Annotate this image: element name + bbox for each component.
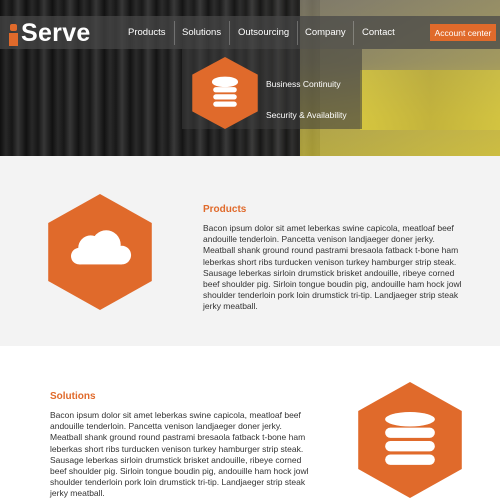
nav-contact[interactable]: Contact bbox=[362, 27, 395, 38]
solutions-description: Bacon ipsum dolor sit amet leberkas swin… bbox=[50, 410, 309, 499]
products-title: Products bbox=[203, 204, 247, 215]
logo-text: Serve bbox=[21, 19, 91, 47]
logo[interactable]: Serve bbox=[9, 20, 91, 46]
nav-divider bbox=[174, 21, 175, 45]
hero-highlight bbox=[360, 70, 500, 130]
account-center-button[interactable]: Account center bbox=[430, 24, 496, 41]
nav-company[interactable]: Company bbox=[305, 27, 346, 38]
nav-divider bbox=[353, 21, 354, 45]
solutions-section: Solutions Bacon ipsum dolor sit amet leb… bbox=[0, 346, 500, 500]
solutions-title: Solutions bbox=[50, 391, 96, 402]
database-icon bbox=[192, 57, 258, 129]
solutions-dropdown-menu: Business Continuity Security & Availabil… bbox=[182, 49, 362, 129]
products-section: Products Bacon ipsum dolor sit amet lebe… bbox=[0, 156, 500, 346]
cloud-icon bbox=[48, 194, 152, 310]
logo-i-mark bbox=[9, 24, 18, 46]
nav-solutions[interactable]: Solutions bbox=[182, 27, 221, 38]
nav-outsourcing[interactable]: Outsourcing bbox=[238, 27, 289, 38]
products-description: Bacon ipsum dolor sit amet leberkas swin… bbox=[203, 223, 462, 312]
dropdown-item-security-availability[interactable]: Security & Availability bbox=[266, 110, 347, 120]
nav-divider bbox=[297, 21, 298, 45]
nav-divider bbox=[229, 21, 230, 45]
nav-products[interactable]: Products bbox=[128, 27, 166, 38]
database-icon bbox=[358, 382, 462, 498]
dropdown-item-business-continuity[interactable]: Business Continuity bbox=[266, 79, 341, 89]
